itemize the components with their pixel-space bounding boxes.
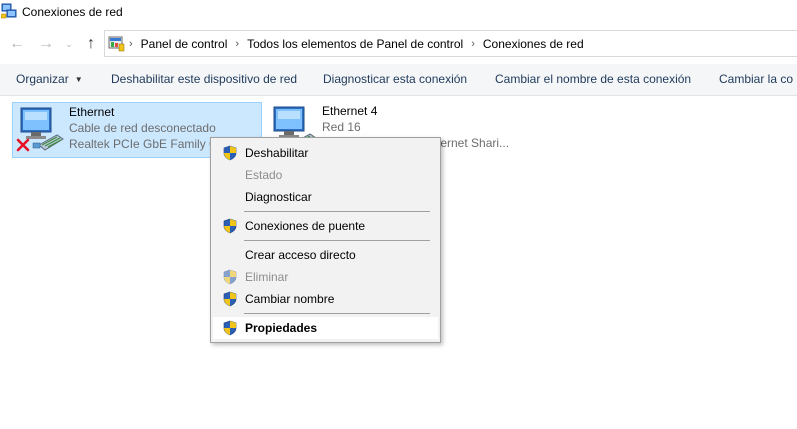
- menu-label: Propiedades: [245, 321, 318, 335]
- title-bar: Conexiones de red: [0, 0, 797, 26]
- menu-item-deshabilitar[interactable]: Deshabilitar: [213, 142, 438, 164]
- uac-shield-icon: [223, 145, 237, 161]
- uac-shield-icon: [223, 291, 237, 307]
- uac-shield-icon: [223, 269, 237, 285]
- breadcrumb-panel-de-control[interactable]: Panel de control: [141, 37, 228, 51]
- control-panel-icon: [108, 36, 125, 52]
- chevron-right-icon[interactable]: ›: [471, 38, 475, 50]
- menu-item-diagnosticar[interactable]: Diagnosticar: [213, 186, 438, 208]
- address-bar[interactable]: › Panel de control › Todos los elementos…: [104, 30, 797, 57]
- uac-shield-icon: [223, 218, 237, 234]
- arrow-left-icon[interactable]: ←: [8, 35, 26, 53]
- change-settings-button[interactable]: Cambiar la co: [719, 72, 793, 86]
- menu-item-crear-acceso-directo[interactable]: Crear acceso directo: [213, 244, 438, 266]
- menu-label: Deshabilitar: [245, 146, 309, 160]
- breadcrumb: › Panel de control › Todos los elementos…: [129, 31, 592, 56]
- window-title: Conexiones de red: [22, 5, 123, 19]
- menu-label: Eliminar: [245, 270, 289, 284]
- menu-separator: [244, 240, 430, 241]
- menu-item-conexiones-de-puente[interactable]: Conexiones de puente: [213, 215, 438, 237]
- command-bar: Organizar ▼ Deshabilitar este dispositivo…: [0, 64, 797, 96]
- organize-label: Organizar: [16, 72, 69, 86]
- connection-device: ternet Shari...: [437, 136, 510, 150]
- chevron-right-icon[interactable]: ›: [129, 38, 133, 50]
- menu-separator: [244, 313, 430, 314]
- rename-connection-button[interactable]: Cambiar el nombre de esta conexión: [495, 72, 691, 86]
- menu-label: Diagnosticar: [245, 190, 312, 204]
- menu-item-cambiar-nombre[interactable]: Cambiar nombre: [213, 288, 438, 310]
- menu-label: Cambiar nombre: [245, 292, 335, 306]
- breadcrumb-todos-los-elementos[interactable]: Todos los elementos de Panel de control: [247, 37, 463, 51]
- disable-device-button[interactable]: Deshabilitar este dispositivo de red: [111, 72, 297, 86]
- network-connections-icon: [1, 3, 17, 19]
- chevron-right-icon[interactable]: ›: [235, 38, 239, 50]
- connection-status: Cable de red desconectado: [69, 121, 216, 135]
- menu-item-propiedades[interactable]: Propiedades: [213, 317, 438, 339]
- menu-label: Conexiones de puente: [245, 219, 366, 233]
- diagnose-button[interactable]: Diagnosticar esta conexión: [323, 72, 467, 86]
- breadcrumb-conexiones-de-red[interactable]: Conexiones de red: [483, 37, 584, 51]
- context-menu: Deshabilitar Estado Diagnosticar Conexio…: [210, 137, 441, 343]
- chevron-down-icon[interactable]: ⌄: [63, 35, 75, 53]
- arrow-right-icon[interactable]: →: [37, 35, 55, 53]
- red-x-icon: [16, 138, 30, 152]
- menu-separator: [244, 211, 430, 212]
- chevron-down-icon: ▼: [74, 75, 83, 85]
- menu-label: Estado: [245, 168, 283, 182]
- connection-name: Ethernet: [69, 105, 115, 119]
- menu-item-eliminar: Eliminar: [213, 266, 438, 288]
- menu-label: Crear acceso directo: [245, 248, 356, 262]
- connection-status: Red 16: [322, 120, 361, 134]
- arrow-up-icon[interactable]: ↑: [82, 35, 100, 53]
- organize-button[interactable]: Organizar ▼: [16, 72, 83, 86]
- menu-item-estado: Estado: [213, 164, 438, 186]
- uac-shield-icon: [223, 320, 237, 336]
- connection-name: Ethernet 4: [322, 104, 378, 118]
